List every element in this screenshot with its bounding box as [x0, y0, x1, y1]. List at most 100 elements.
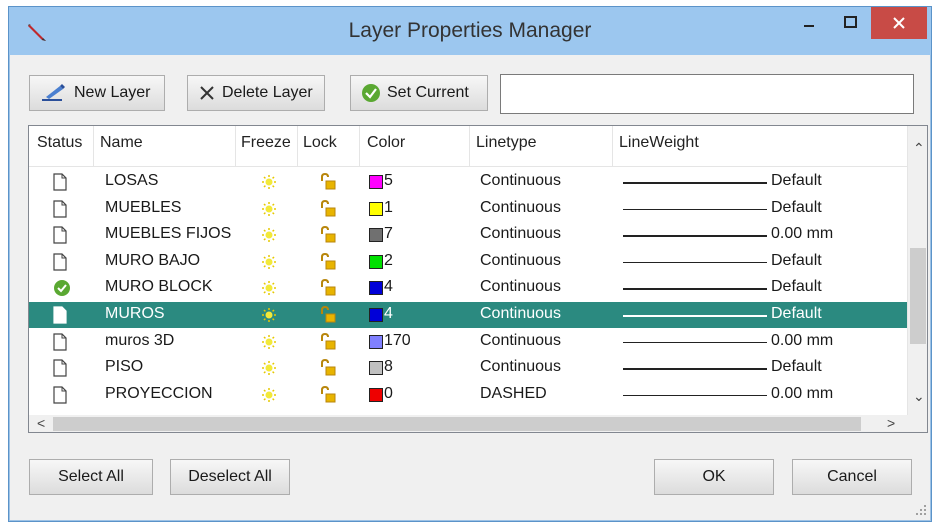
- column-lock[interactable]: Lock: [303, 134, 337, 152]
- new-layer-label: New Layer: [74, 84, 151, 101]
- set-current-button[interactable]: Set Current: [350, 75, 488, 111]
- column-separator[interactable]: [297, 126, 298, 166]
- layer-row[interactable]: MURO BLOCK 4 Continuous Default: [29, 275, 907, 301]
- column-linetype[interactable]: Linetype: [476, 134, 537, 152]
- layer-lineweight[interactable]: 0.00 mm: [771, 225, 833, 243]
- lineweight-sample-line: [623, 182, 767, 184]
- column-separator[interactable]: [469, 126, 470, 166]
- layer-row[interactable]: MURO BAJO 2 Continuous Default: [29, 249, 907, 275]
- color-swatch[interactable]: [369, 228, 383, 243]
- ok-button[interactable]: OK: [654, 459, 774, 495]
- close-button[interactable]: [871, 7, 927, 39]
- sun-thawed-icon[interactable]: [261, 387, 277, 403]
- layer-linetype[interactable]: Continuous: [480, 172, 561, 190]
- sun-thawed-icon[interactable]: [261, 334, 277, 350]
- delete-layer-button[interactable]: Delete Layer: [187, 75, 325, 111]
- color-swatch[interactable]: [369, 281, 383, 296]
- layer-row[interactable]: LOSAS 5 Continuous Default: [29, 169, 907, 195]
- column-separator[interactable]: [359, 126, 360, 166]
- layer-page-icon: [53, 253, 67, 271]
- layer-row[interactable]: MUEBLES FIJOS 7 Continuous 0.00 mm: [29, 222, 907, 248]
- column-separator[interactable]: [612, 126, 613, 166]
- column-name[interactable]: Name: [100, 134, 143, 152]
- lineweight-sample-line: [623, 394, 767, 397]
- column-freeze[interactable]: Freeze: [241, 134, 291, 152]
- unlocked-icon[interactable]: [319, 359, 337, 377]
- column-separator[interactable]: [235, 126, 236, 166]
- layer-linetype[interactable]: Continuous: [480, 278, 561, 296]
- unlocked-icon[interactable]: [319, 226, 337, 244]
- layer-page-icon: [53, 173, 67, 191]
- layer-lineweight[interactable]: Default: [771, 252, 822, 270]
- layer-row[interactable]: muros 3D 170 Continuous 0.00 mm: [29, 329, 907, 355]
- layer-lineweight[interactable]: 0.00 mm: [771, 385, 833, 403]
- sun-thawed-icon[interactable]: [261, 307, 277, 323]
- sun-thawed-icon[interactable]: [261, 280, 277, 296]
- layer-lineweight[interactable]: 0.00 mm: [771, 332, 833, 350]
- layer-row[interactable]: MUROS 4 Continuous Default: [29, 302, 907, 328]
- layer-lineweight[interactable]: Default: [771, 358, 822, 376]
- sun-thawed-icon[interactable]: [261, 254, 277, 270]
- scroll-up-icon[interactable]: ⌃: [913, 140, 925, 157]
- layer-lineweight[interactable]: Default: [771, 305, 822, 323]
- sun-thawed-icon[interactable]: [261, 227, 277, 243]
- layer-list[interactable]: Status Name Freeze Lock Color Linetype L…: [28, 125, 928, 433]
- sun-thawed-icon[interactable]: [261, 360, 277, 376]
- color-swatch[interactable]: [369, 201, 383, 216]
- maximize-button[interactable]: [829, 7, 871, 39]
- horizontal-scroll-thumb[interactable]: [53, 417, 861, 431]
- column-status[interactable]: Status: [37, 134, 82, 152]
- color-swatch[interactable]: [369, 334, 383, 349]
- color-swatch[interactable]: [369, 387, 383, 402]
- unlocked-icon[interactable]: [319, 332, 337, 351]
- lineweight-sample-line: [623, 208, 767, 211]
- vertical-scroll-thumb[interactable]: [910, 248, 926, 344]
- vertical-scrollbar[interactable]: ⌃ ⌄: [907, 126, 927, 415]
- new-layer-button[interactable]: New Layer: [29, 75, 165, 111]
- unlocked-icon[interactable]: [319, 385, 337, 404]
- unlocked-icon[interactable]: [319, 279, 337, 297]
- sun-thawed-icon[interactable]: [261, 174, 277, 190]
- layer-lineweight[interactable]: Default: [771, 199, 822, 217]
- sun-thawed-icon[interactable]: [261, 201, 277, 217]
- unlocked-icon[interactable]: [319, 173, 337, 191]
- color-swatch[interactable]: [369, 254, 383, 269]
- layer-row[interactable]: PISO 8 Continuous Default: [29, 355, 907, 381]
- layer-linetype[interactable]: Continuous: [480, 305, 561, 323]
- layer-row[interactable]: PROYECCION 0 DASHED 0.00 mm: [29, 382, 907, 408]
- layer-lineweight[interactable]: Default: [771, 172, 822, 190]
- horizontal-scrollbar[interactable]: < >: [29, 415, 907, 432]
- select-all-button[interactable]: Select All: [29, 459, 153, 495]
- layer-linetype[interactable]: DASHED: [480, 385, 547, 403]
- column-separator[interactable]: [93, 126, 94, 166]
- layer-lineweight[interactable]: Default: [771, 278, 822, 296]
- resize-grip-icon[interactable]: [915, 504, 927, 516]
- color-swatch[interactable]: [369, 361, 383, 376]
- column-lineweight[interactable]: LineWeight: [619, 134, 699, 152]
- layer-linetype[interactable]: Continuous: [480, 252, 561, 270]
- minimize-button[interactable]: [787, 7, 829, 39]
- layer-name: MUROS: [105, 305, 165, 322]
- lineweight-sample-line: [623, 235, 767, 237]
- color-swatch[interactable]: [369, 308, 383, 322]
- unlocked-icon[interactable]: [319, 306, 337, 324]
- column-color[interactable]: Color: [367, 134, 405, 152]
- unlocked-icon[interactable]: [319, 199, 337, 218]
- filter-input[interactable]: [500, 74, 914, 114]
- title-bar[interactable]: Layer Properties Manager: [9, 7, 931, 55]
- layer-linetype[interactable]: Continuous: [480, 332, 561, 350]
- color-swatch[interactable]: [369, 175, 383, 189]
- cancel-button[interactable]: Cancel: [792, 459, 912, 495]
- unlocked-icon[interactable]: [319, 252, 337, 271]
- deselect-all-button[interactable]: Deselect All: [170, 459, 290, 495]
- layer-linetype[interactable]: Continuous: [480, 358, 561, 376]
- scroll-right-icon[interactable]: >: [887, 415, 895, 431]
- layer-row[interactable]: MUEBLES 1 Continuous Default: [29, 196, 907, 222]
- layer-linetype[interactable]: Continuous: [480, 199, 561, 217]
- color-number: 4: [384, 278, 393, 296]
- scroll-down-icon[interactable]: ⌄: [913, 388, 925, 405]
- layer-linetype[interactable]: Continuous: [480, 225, 561, 243]
- layer-name: MUEBLES FIJOS: [105, 225, 232, 243]
- scroll-left-icon[interactable]: <: [37, 415, 45, 431]
- layer-page-icon: [53, 226, 67, 244]
